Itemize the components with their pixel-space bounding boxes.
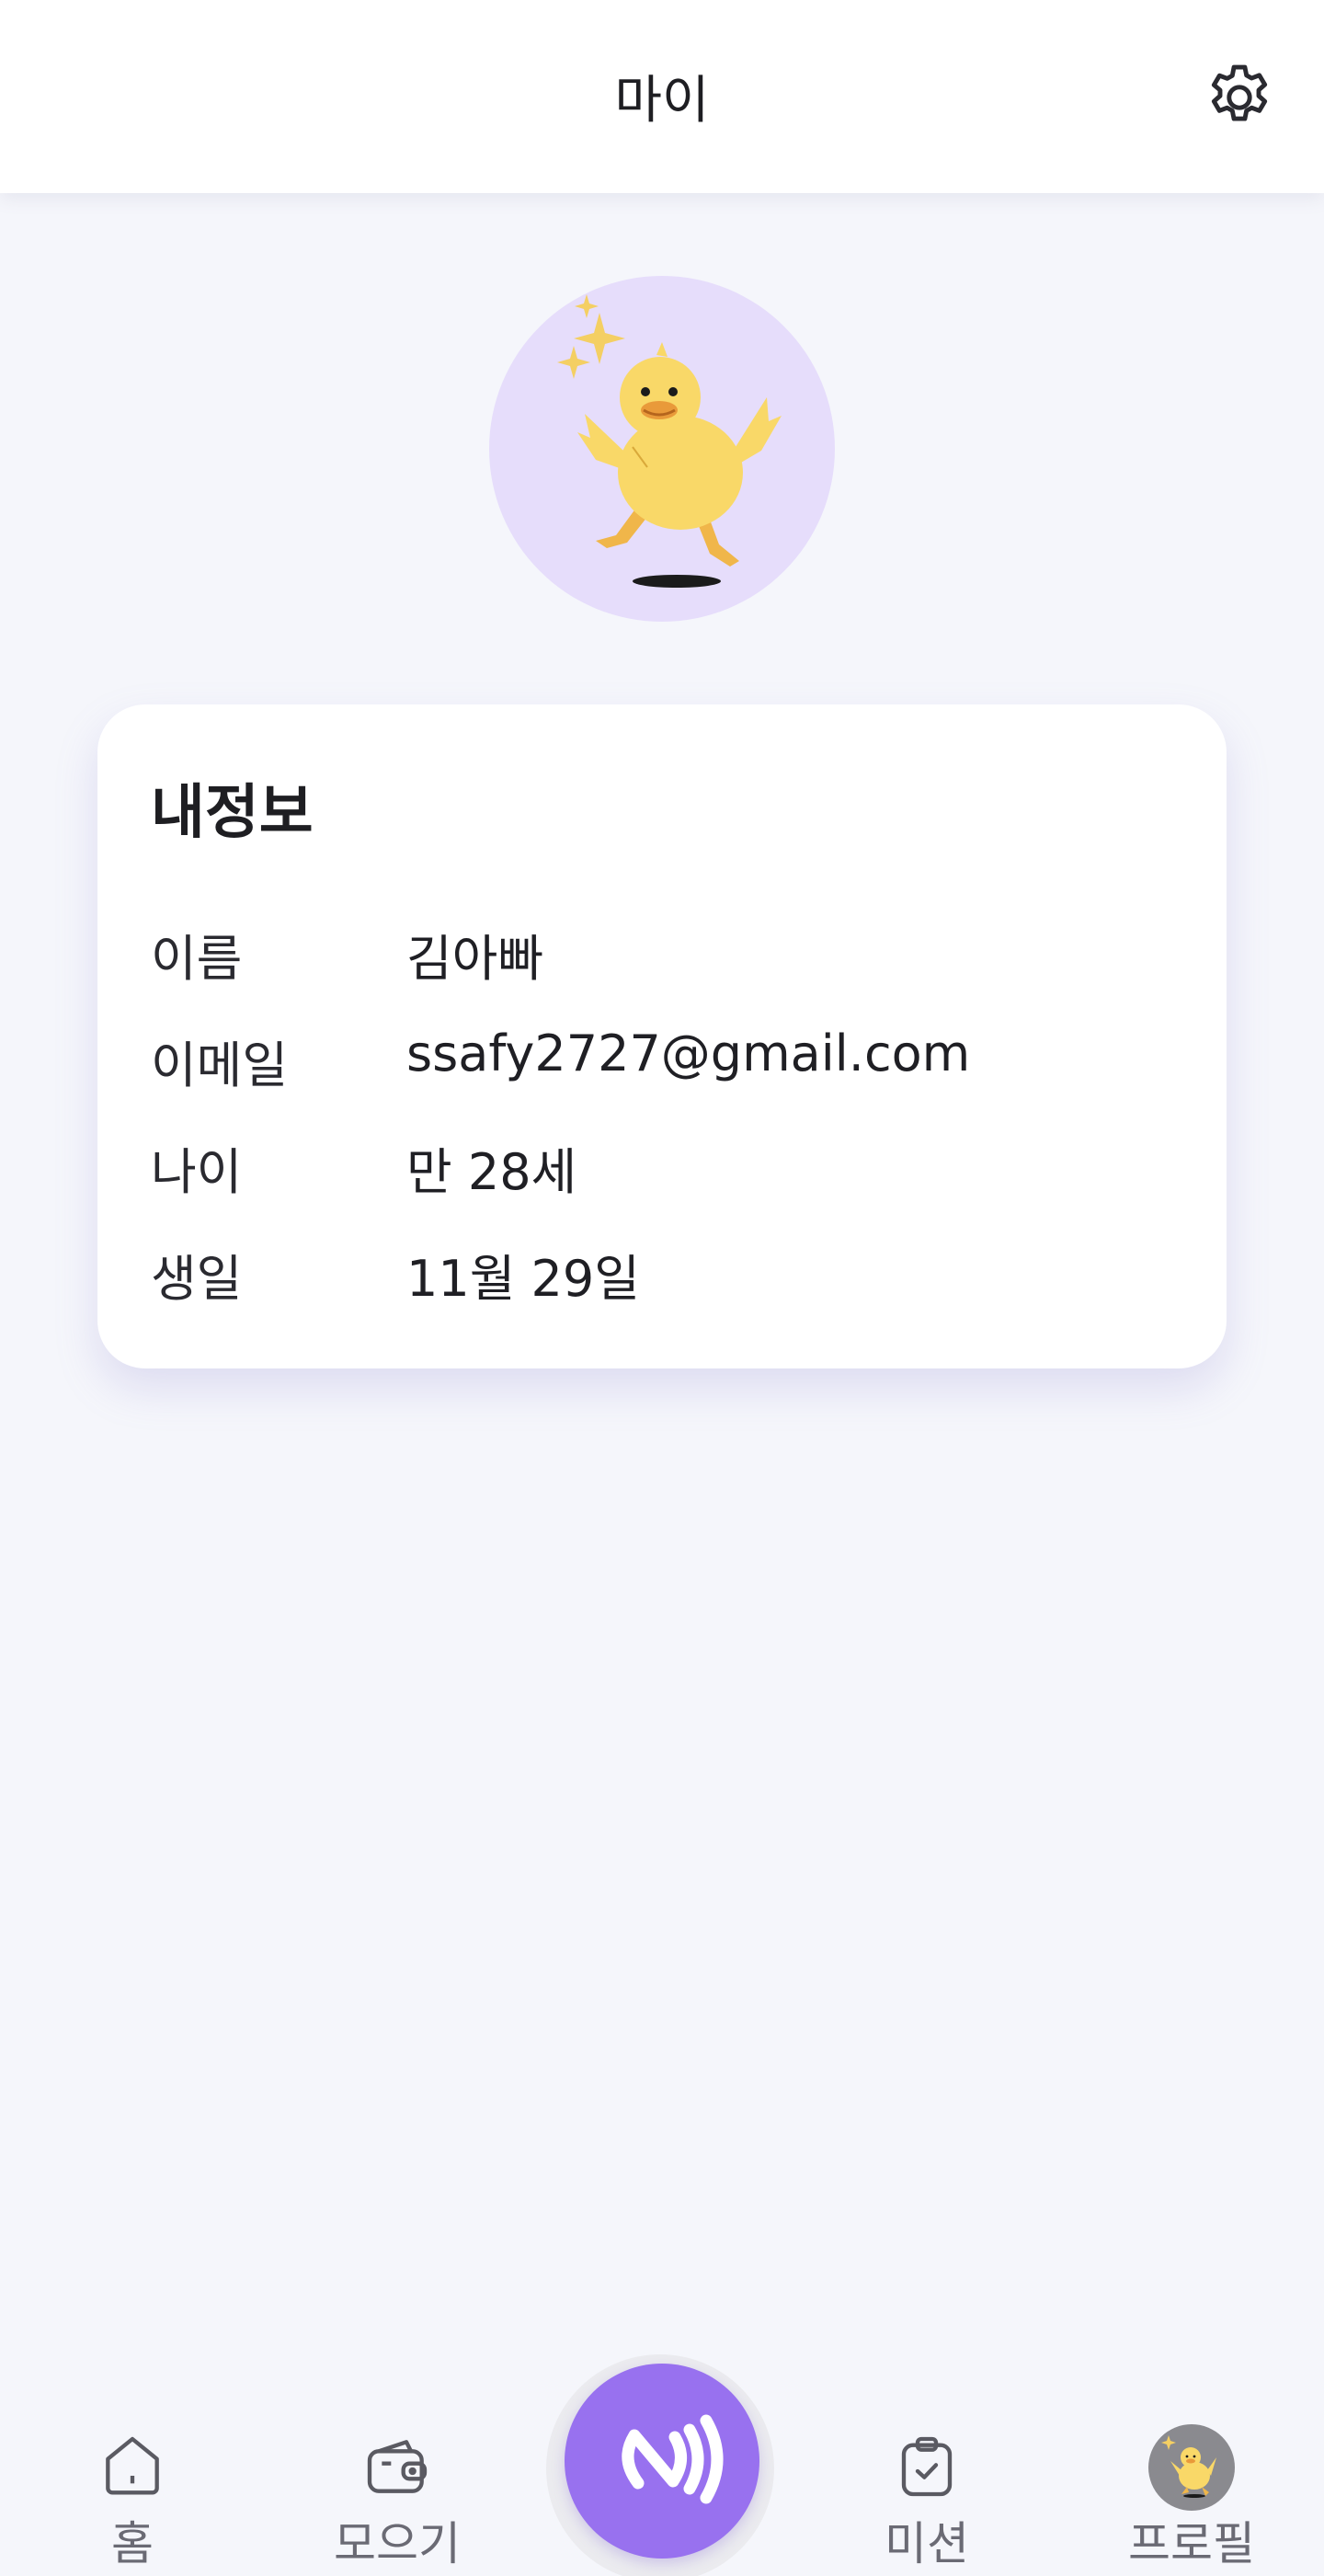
page-title: 마이 <box>614 71 710 131</box>
info-value: 11월 29일 <box>406 1250 640 1308</box>
tab-label: 미션 <box>885 2517 969 2570</box>
info-label: 이름 <box>151 930 243 988</box>
card-title: 내정보 <box>151 779 314 847</box>
info-row-name: 이름 김아빠 <box>151 918 1162 991</box>
info-row-email: 이메일 ssafy2727@gmail.com <box>151 1025 1162 1098</box>
info-label: 이메일 <box>151 1036 289 1094</box>
duck-character-icon <box>557 294 782 588</box>
wallet-icon <box>367 2440 428 2493</box>
home-icon <box>106 2436 159 2495</box>
info-row-birthday: 생일 11월 29일 <box>151 1238 1162 1311</box>
info-card: 내정보 이름 김아빠 이메일 ssafy2727@gmail.com 나이 만 … <box>97 704 1227 1368</box>
tab-label: 모으기 <box>334 2517 461 2570</box>
info-row-age: 나이 만 28세 <box>151 1131 1162 1205</box>
tab-label: 홈 <box>111 2517 154 2570</box>
tab-collect[interactable]: 모으기 <box>305 2354 489 2576</box>
tab-mission[interactable]: 미션 <box>835 2354 1019 2576</box>
duck-avatar-icon <box>1148 2424 1235 2511</box>
info-value: ssafy2727@gmail.com <box>406 1025 971 1082</box>
profile-avatar[interactable] <box>489 276 835 622</box>
nfc-button[interactable] <box>565 2364 759 2559</box>
nfc-icon <box>622 2414 724 2504</box>
tab-label: 프로필 <box>1128 2517 1255 2570</box>
info-label: 생일 <box>151 1250 243 1308</box>
clipboard-check-icon <box>901 2436 953 2497</box>
info-label: 나이 <box>151 1143 243 1201</box>
info-value: 김아빠 <box>406 930 544 988</box>
tab-home[interactable]: 홈 <box>40 2354 224 2576</box>
app-header: 마이 <box>0 0 1324 193</box>
tab-profile[interactable]: 프로필 <box>1100 2354 1284 2576</box>
gear-icon <box>1211 64 1268 121</box>
settings-button[interactable] <box>1201 59 1278 136</box>
info-value: 만 28세 <box>406 1143 577 1201</box>
